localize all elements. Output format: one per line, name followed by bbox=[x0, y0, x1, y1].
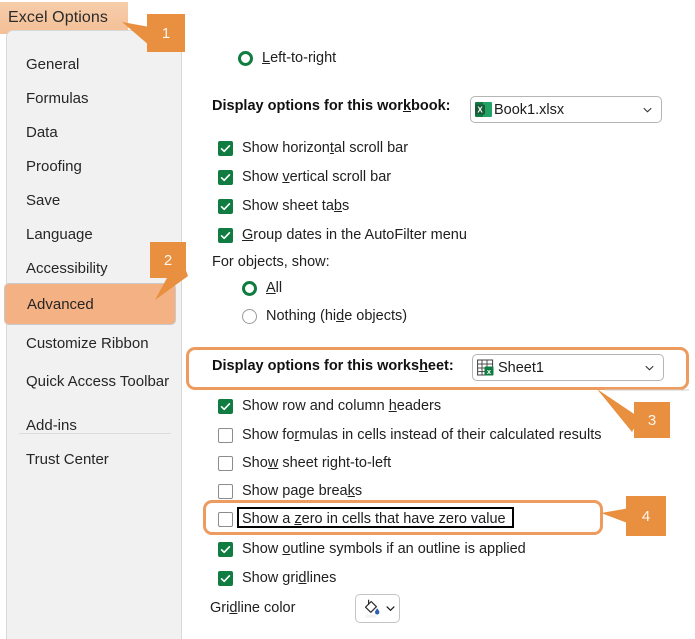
radio-label: All bbox=[266, 280, 283, 296]
worksheet-option-6[interactable]: Show gridlines bbox=[218, 570, 336, 586]
callout-number: 3 bbox=[647, 411, 657, 429]
checkbox-label: Show horizontal scroll bar bbox=[242, 140, 409, 156]
excel-sheet-icon: x bbox=[477, 359, 496, 377]
display-options-worksheet-label: Display options for this worksheet: bbox=[212, 358, 454, 374]
excel-options-dialog: Excel Options General Formulas Data Proofin… bbox=[0, 0, 695, 639]
worksheet-option-0[interactable]: Show row and column headers bbox=[218, 398, 441, 414]
radio-button[interactable] bbox=[242, 280, 257, 296]
gridline-color-button[interactable] bbox=[355, 594, 400, 623]
sidebar-item-customize-ribbon[interactable]: Customize Ribbon bbox=[8, 327, 168, 359]
callout-badge-2: 2 bbox=[150, 242, 186, 278]
worksheet-combobox-value: Sheet1 bbox=[498, 359, 544, 376]
callout-number: 4 bbox=[641, 507, 651, 525]
workbook-option-1[interactable]: Show vertical scroll bar bbox=[218, 169, 391, 185]
objects-radio-1[interactable]: Nothing (hide objects) bbox=[242, 308, 407, 324]
sidebar-item-label: Trust Center bbox=[26, 450, 109, 468]
sidebar-item-save[interactable]: Save bbox=[8, 184, 168, 216]
checkbox-label: Show row and column headers bbox=[242, 398, 442, 414]
checkbox-label: Show vertical scroll bar bbox=[242, 169, 392, 185]
sidebar-item-language[interactable]: Language bbox=[8, 218, 168, 250]
display-options-workbook-label: Display options for this workbook: bbox=[212, 98, 451, 114]
callout-badge-1: 1 bbox=[147, 14, 185, 52]
checkbox[interactable] bbox=[218, 398, 233, 414]
radio-button[interactable] bbox=[242, 308, 257, 324]
radio-left-to-right[interactable] bbox=[238, 50, 253, 66]
checkbox[interactable] bbox=[218, 198, 233, 214]
sidebar-item-data[interactable]: Data bbox=[8, 116, 168, 148]
checkbox-label: Show gridlines bbox=[242, 570, 337, 586]
callout-number: 1 bbox=[161, 24, 171, 42]
objects-radio-0[interactable]: All bbox=[242, 280, 282, 296]
workbook-combobox-value: Book1.xlsx bbox=[494, 101, 565, 118]
sidebar-item-label: Language bbox=[26, 225, 93, 243]
worksheet-option-5[interactable]: Show outline symbols if an outline is ap… bbox=[218, 541, 526, 557]
callout-number: 2 bbox=[163, 251, 173, 269]
sidebar-item-proofing[interactable]: Proofing bbox=[8, 150, 168, 182]
checkbox[interactable] bbox=[218, 511, 233, 527]
checkbox[interactable] bbox=[218, 483, 233, 499]
sidebar-item-label: Formulas bbox=[26, 89, 89, 107]
workbook-option-0[interactable]: Show horizontal scroll bar bbox=[218, 140, 408, 156]
checkbox-label: Show a zero in cells that have zero valu… bbox=[242, 511, 506, 527]
sidebar-item-label: General bbox=[26, 55, 80, 73]
sidebar-item-trust-center[interactable]: Trust Center bbox=[8, 443, 168, 475]
sidebar-item-label: Customize Ribbon bbox=[26, 334, 149, 352]
gridline-color-label: Gridline color bbox=[210, 600, 296, 616]
sidebar-item-label: Advanced bbox=[27, 295, 94, 313]
checkbox[interactable] bbox=[218, 140, 233, 156]
checkbox-label: Show outline symbols if an outline is ap… bbox=[242, 541, 526, 557]
callout-badge-3: 3 bbox=[634, 402, 670, 438]
sidebar-item-label: Data bbox=[26, 123, 58, 141]
sidebar-item-label: Save bbox=[26, 191, 61, 209]
checkbox[interactable] bbox=[218, 169, 233, 185]
sidebar-item-label: Accessibility bbox=[26, 259, 108, 277]
workbook-option-2[interactable]: Show sheet tabs bbox=[218, 198, 349, 214]
option-left-to-right-label: Left-to-right bbox=[262, 50, 337, 66]
checkbox[interactable] bbox=[218, 427, 233, 443]
checkbox-label: Show sheet tabs bbox=[242, 198, 350, 214]
checkbox-label: Show sheet right-to-left bbox=[242, 455, 392, 471]
sidebar-item-accessibility[interactable]: Accessibility bbox=[8, 252, 168, 284]
checkbox-label: Show formulas in cells instead of their … bbox=[242, 427, 602, 443]
chevron-down-icon[interactable] bbox=[386, 604, 395, 613]
checkbox-label: Group dates in the AutoFilter menu bbox=[242, 227, 467, 243]
checkbox[interactable] bbox=[218, 227, 233, 243]
worksheet-combobox[interactable]: x Sheet1 bbox=[472, 354, 664, 381]
sidebar-item-label: Quick Access Toolbar bbox=[26, 372, 170, 390]
sidebar-item-label: Add-ins bbox=[26, 416, 77, 434]
excel-file-icon: X bbox=[475, 101, 492, 118]
checkbox[interactable] bbox=[218, 570, 233, 586]
sidebar-item-quick-access-toolbar[interactable]: Quick Access Toolbar bbox=[8, 365, 170, 397]
page-title: Excel Options bbox=[8, 9, 109, 26]
sidebar-item-general[interactable]: General bbox=[8, 48, 168, 80]
worksheet-option-2[interactable]: Show sheet right-to-left bbox=[218, 455, 391, 471]
sidebar-item-label: Proofing bbox=[26, 157, 82, 175]
advanced-settings-panel: Left-to-right Display options for this w… bbox=[182, 0, 695, 639]
checkbox-label: Show page breaks bbox=[242, 483, 363, 499]
workbook-combobox[interactable]: X Book1.xlsx bbox=[470, 96, 662, 123]
option-left-to-right[interactable]: Left-to-right bbox=[238, 50, 336, 66]
sidebar-item-add-ins[interactable]: Add-ins bbox=[8, 409, 168, 441]
svg-text:X: X bbox=[477, 105, 483, 114]
callout-badge-4: 4 bbox=[626, 496, 666, 536]
radio-label: Nothing (hide objects) bbox=[266, 308, 408, 324]
sidebar-item-formulas[interactable]: Formulas bbox=[8, 82, 168, 114]
chevron-down-icon[interactable] bbox=[643, 105, 652, 114]
checkbox[interactable] bbox=[218, 541, 233, 557]
sidebar-item-advanced[interactable]: Advanced bbox=[4, 283, 176, 325]
for-objects-show-label: For objects, show: bbox=[212, 254, 330, 270]
worksheet-option-4[interactable]: Show a zero in cells that have zero valu… bbox=[218, 511, 506, 527]
chevron-down-icon[interactable] bbox=[645, 363, 654, 372]
checkbox[interactable] bbox=[218, 455, 233, 471]
workbook-option-3[interactable]: Group dates in the AutoFilter menu bbox=[218, 227, 467, 243]
worksheet-option-1[interactable]: Show formulas in cells instead of their … bbox=[218, 427, 601, 443]
worksheet-option-3[interactable]: Show page breaks bbox=[218, 483, 362, 499]
fill-color-icon bbox=[364, 599, 380, 618]
